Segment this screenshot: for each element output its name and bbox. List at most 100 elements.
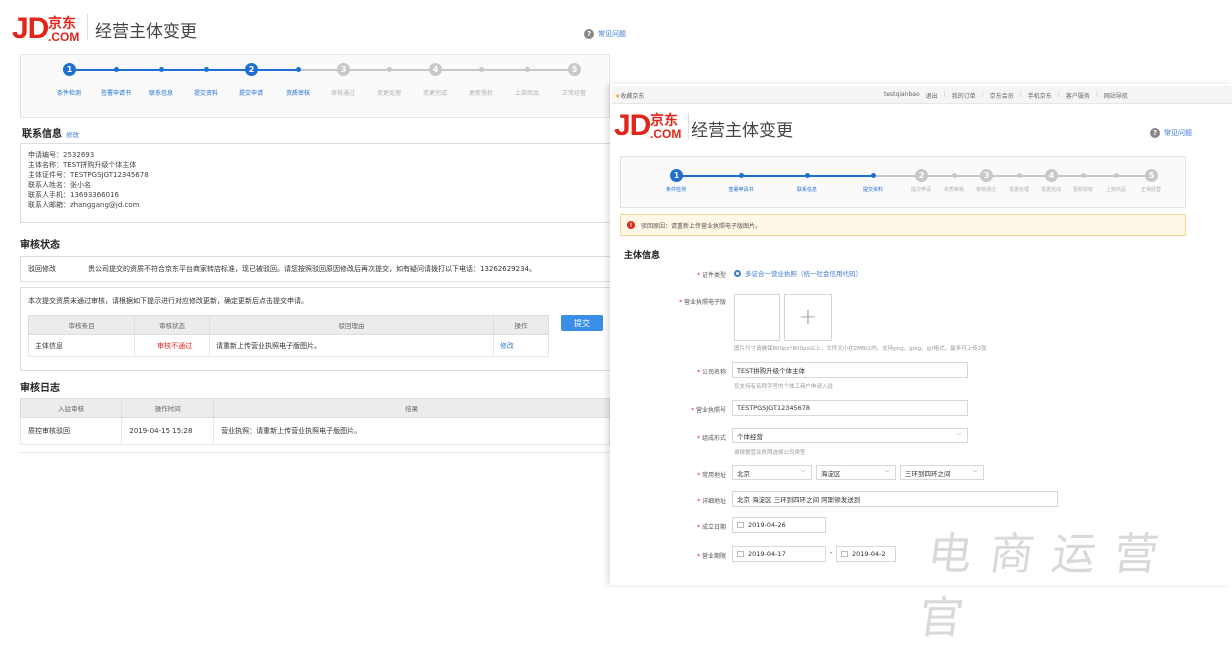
audit-reason-cell: 请重新上传营业执照电子版图片。 xyxy=(208,334,494,357)
founded-date-input[interactable]: 2019-04-26 xyxy=(732,517,826,533)
log-column-header: 入驻审核 xyxy=(19,398,123,418)
audit-status-cell: 审核不通过 xyxy=(134,334,210,357)
log-table: 入驻审核 操作时间 结果 质控审核驳回 2019-04-15 15:28 营业执照：请重… xyxy=(19,398,610,445)
top-bar-link[interactable]: 网站导航 xyxy=(1104,91,1128,100)
term-start-input[interactable]: 2019-04-17 xyxy=(732,546,826,562)
right-progress-panel: 1 条件检测 签署申请书 联系信息 提交资料 2 提交申请 资质审核 3 审核通过 变更处理 4 变更完… xyxy=(620,156,1186,208)
table-row: 质控审核驳回 2019-04-15 15:28 营业执照：请重新上传营业执照电子版图… xyxy=(19,417,610,445)
right-question-icon: ? xyxy=(1150,128,1160,138)
detail-address-value: 北京 海淀区 三环到四环之间 阿斯顿发送到 xyxy=(737,496,861,504)
step-dot xyxy=(952,173,957,178)
company-name-value: TEST拼购升级个体主体 xyxy=(737,367,806,375)
step-label: 变更处理 xyxy=(376,90,402,97)
step-dot xyxy=(114,67,119,72)
right-faq-link[interactable]: ? 常见问题 xyxy=(1150,128,1192,138)
detail-address-label: * 详细地址 xyxy=(697,498,726,505)
audit-instruction: 本次提交资质未通过审核，请根据如下提示进行对应修改更新，确定更新后点击提交申请。 xyxy=(28,297,308,305)
step-label: 变更完成 xyxy=(422,90,448,97)
cert-type-option[interactable]: 多证合一营业执照（统一社会信用代码） xyxy=(734,268,862,278)
step-dot xyxy=(479,67,484,72)
top-bar-separator: | xyxy=(943,91,946,98)
step-label: 提交资料 xyxy=(193,90,219,97)
org-form-select[interactable]: 个体经营 ﹀ xyxy=(732,428,968,443)
top-bar-separator: | xyxy=(1019,91,1022,98)
cert-type-label: * 证件类型 xyxy=(697,272,726,279)
log-column-header: 结果 xyxy=(213,398,610,418)
audit-table-header: 审核条目 审核状态 驳回理由 操作 xyxy=(27,315,550,335)
address-area-select[interactable]: 三环到四环之间 ﹀ xyxy=(900,465,984,480)
step-dot xyxy=(1114,173,1119,178)
step-label: 条件检测 xyxy=(665,187,687,193)
top-bar-link[interactable]: 手机京东 xyxy=(1028,91,1052,100)
faq-label: 常见问题 xyxy=(598,30,626,38)
jd-logo-com: .COM xyxy=(48,30,80,44)
audit-item-cell: 主体信息 xyxy=(27,334,136,357)
step-label: 变更处理 xyxy=(1008,187,1030,193)
detail-address-input[interactable]: 北京 海淀区 三环到四环之间 阿斯顿发送到 xyxy=(732,491,1058,507)
step-label: 联系信息 xyxy=(796,187,818,193)
progress-steps: 1 条件检测 签署申请书 联系信息 提交资料 2 提交申请 资质审核 3 审核通过 变更处理 4 变更完… xyxy=(21,55,609,117)
title-divider xyxy=(87,14,88,40)
step-number: 5 xyxy=(568,63,581,76)
contact-line: 联系人姓名：张小名 xyxy=(28,181,91,189)
audit-action-link[interactable]: 修改 xyxy=(492,334,550,357)
faq-link[interactable]: ? 常见问题 xyxy=(584,29,626,39)
top-bar-link[interactable]: 客户服务 xyxy=(1066,91,1090,100)
top-bar-link[interactable]: testqianbao xyxy=(884,91,920,100)
right-jd-logo[interactable]: 经营主体变更 JD 京东 .COM xyxy=(614,111,684,141)
progress-panel: 1 条件检测 签署申请书 联系信息 提交资料 2 提交申请 资质审核 3 审核通过 变更处理 4 变更完… xyxy=(20,54,610,118)
step-dot xyxy=(1017,173,1022,178)
right-faq-label: 常见问题 xyxy=(1164,129,1192,137)
audit-column-header: 审核状态 xyxy=(134,315,210,335)
audit-column-header: 操作 xyxy=(492,315,550,335)
term-end-input[interactable]: 2019-04-2 xyxy=(836,546,896,562)
log-column-header: 操作时间 xyxy=(121,398,215,418)
step-label: 签署申请书 xyxy=(728,187,754,193)
step-dot xyxy=(387,67,392,72)
page-title: 经营主体变更 xyxy=(95,22,197,41)
term-end-value: 2019-04-2 xyxy=(852,550,886,558)
step-dot xyxy=(739,173,744,178)
log-stage-cell: 质控审核驳回 xyxy=(19,417,123,445)
log-table-header: 入驻审核 操作时间 结果 xyxy=(19,398,610,418)
top-bar-separator: | xyxy=(981,91,984,98)
top-bar-link[interactable]: 我的订单 xyxy=(952,91,976,100)
step-label: 资质审核 xyxy=(285,90,311,97)
address-city-select[interactable]: 北京 ﹀ xyxy=(732,465,812,480)
org-form-value: 个体经营 xyxy=(737,432,763,441)
license-number-label: * 营业执照号 xyxy=(691,407,726,414)
progress-fill xyxy=(69,69,298,71)
step-label: 条件检测 xyxy=(56,90,82,97)
org-form-hint: 请根据营业执照选择公司类型 xyxy=(734,450,806,456)
contact-line: 联系人手机：13693366016 xyxy=(28,191,119,199)
favorite-label: 收藏京东 xyxy=(620,93,645,100)
step-number: 4 xyxy=(429,63,442,76)
upload-button[interactable]: + xyxy=(784,294,832,341)
address-label: * 常用地址 xyxy=(697,472,726,479)
license-image-slot[interactable] xyxy=(734,294,780,341)
contact-line: 联系人邮箱：zhanggang@jd.com xyxy=(28,201,140,209)
founded-date-value: 2019-04-26 xyxy=(748,521,786,529)
alert-icon: ! xyxy=(627,221,635,229)
top-bar-link[interactable]: 退出 xyxy=(926,91,938,100)
term-separator: - xyxy=(830,549,833,557)
favorite-link[interactable]: ★收藏京东 xyxy=(615,91,644,100)
address-district-select[interactable]: 海淀区 ﹀ xyxy=(816,465,896,480)
step-number: 2 xyxy=(245,63,258,76)
log-result-cell: 营业执照：请重新上传营业执照电子版图片。 xyxy=(213,417,610,445)
chevron-down-icon: ﹀ xyxy=(955,433,962,440)
org-form-label: * 组成形式 xyxy=(697,435,726,442)
audit-column-header: 驳回理由 xyxy=(208,315,494,335)
submit-button[interactable]: 提交 xyxy=(561,315,603,331)
audit-table-body: 主体信息 审核不通过 请重新上传营业执照电子版图片。 修改 xyxy=(27,334,550,357)
founded-date-label: * 成立日期 xyxy=(697,524,726,531)
license-number-input[interactable]: TESTPGSJGT12345678 xyxy=(732,400,968,416)
step-label: 正常经营 xyxy=(1140,187,1162,193)
company-name-input[interactable]: TEST拼购升级个体主体 xyxy=(732,362,968,378)
jd-logo[interactable]: JD 京东 .COM xyxy=(12,14,82,44)
contact-edit-link[interactable]: 修改 xyxy=(66,131,79,139)
step-label: 更新授权 xyxy=(468,90,494,97)
top-bar-link[interactable]: 京东会员 xyxy=(990,91,1014,100)
chevron-down-icon: ﹀ xyxy=(799,470,806,477)
top-bar-separator: | xyxy=(1095,91,1098,98)
